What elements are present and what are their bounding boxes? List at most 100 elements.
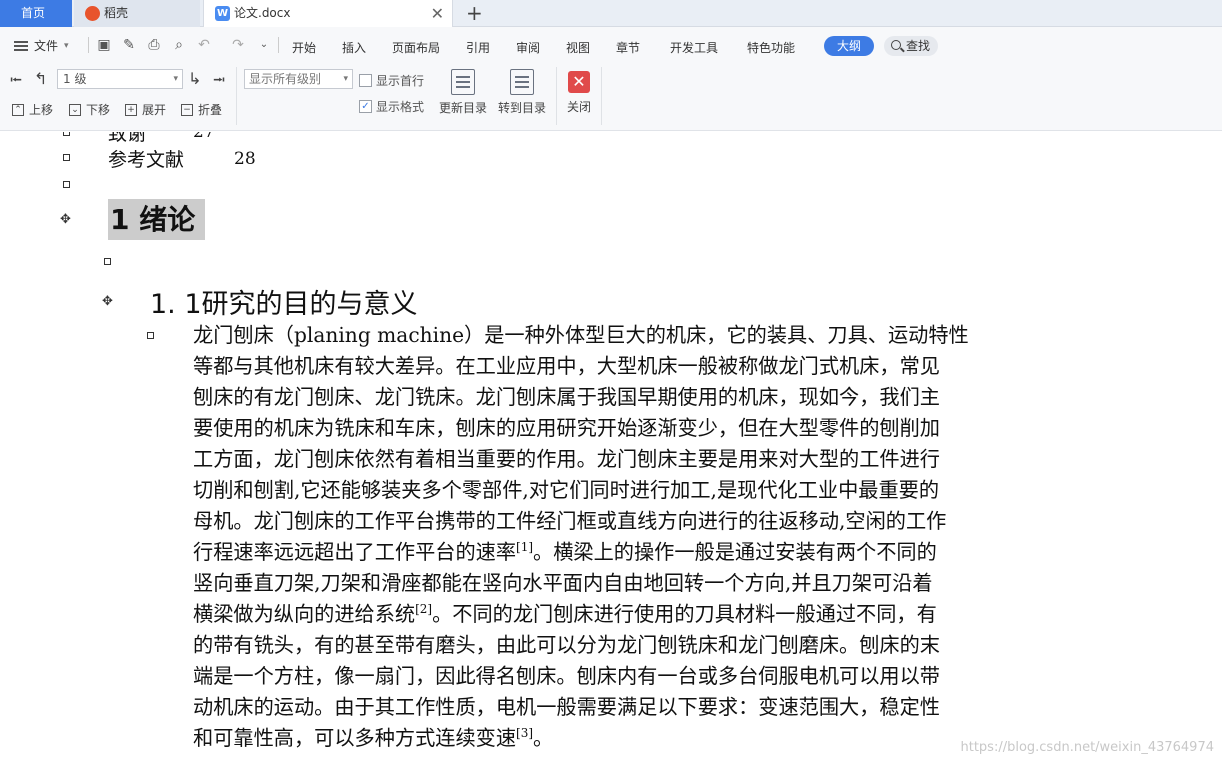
- tab-daoke-label: 稻壳: [104, 6, 129, 20]
- outline-ribbon: ⭰ ↰ 1 级 ▾ ↳ ⭲ ⌃ 上移 ⌄ 下移 + 展开 − 折叠 显示所有级别…: [0, 63, 1222, 131]
- search-icon: [891, 40, 901, 50]
- paragraph-line: 刨床的有龙门刨床、龙门铣床。龙门刨床属于我国早期使用的机床，现如今，我们主: [193, 385, 940, 409]
- redo-icon[interactable]: ↷: [230, 37, 246, 53]
- menu-section[interactable]: 章节: [616, 39, 640, 56]
- expand-heading-icon[interactable]: ✥: [60, 213, 71, 226]
- outline-bullet[interactable]: [104, 258, 111, 265]
- move-up-icon: ⌃: [12, 103, 24, 116]
- text-run: 。横梁上的操作一般是通过安装有两个不同的: [533, 540, 937, 564]
- search-label: 查找: [906, 39, 931, 53]
- chevron-down-icon: ▾: [343, 74, 348, 84]
- print-preview-icon[interactable]: ⌕: [171, 37, 187, 53]
- file-menu-label: 文件: [34, 39, 59, 53]
- menu-review[interactable]: 审阅: [516, 39, 540, 56]
- move-up-label: 上移: [29, 103, 54, 117]
- menu-view[interactable]: 视图: [566, 39, 590, 56]
- toc-entry-title: 参考文献: [108, 149, 185, 171]
- daoke-icon: [85, 6, 100, 21]
- divider: [278, 37, 279, 53]
- tab-home[interactable]: 首页: [0, 0, 72, 27]
- show-format-checkbox[interactable]: ✓ 显示格式: [359, 98, 424, 115]
- format-painter-icon[interactable]: ✎: [121, 37, 137, 53]
- paragraph-line: 行程速率远远超出了工作平台的速率[1]。横梁上的操作一般是通过安装有两个不同的: [193, 537, 1093, 568]
- outline-tab[interactable]: 大纲: [824, 36, 874, 56]
- close-outline-label: 关闭: [566, 100, 591, 114]
- expand-label: 展开: [142, 103, 167, 117]
- save-icon[interactable]: ▣: [96, 37, 112, 53]
- outline-bullet[interactable]: [63, 154, 70, 161]
- paragraph-line: 母机。龙门刨床的工作平台携带的工件经门框或直线方向进行的往返移动,空闲的工作: [193, 509, 947, 533]
- tab-bar: 首页 稻壳 W 论文.docx ✕ +: [0, 0, 1222, 27]
- file-menu-button[interactable]: 文件 ▾: [14, 37, 69, 54]
- menu-references[interactable]: 引用: [466, 39, 490, 56]
- heading-2[interactable]: 1. 1研究的目的与意义: [150, 282, 418, 321]
- outline-bullet[interactable]: [63, 132, 70, 136]
- demote-icon[interactable]: ↳: [188, 69, 201, 88]
- goto-toc-label: 转到目录: [497, 101, 546, 115]
- move-down-button[interactable]: ⌄ 下移: [69, 101, 110, 118]
- menu-start[interactable]: 开始: [292, 39, 316, 56]
- collapse-label: 折叠: [198, 103, 223, 117]
- outline-bullet[interactable]: [147, 332, 154, 339]
- tab-daoke[interactable]: 稻壳: [74, 0, 200, 27]
- toc-entry-references: 参考文献: [108, 145, 184, 172]
- demote-to-body-icon[interactable]: ⭲: [213, 69, 225, 96]
- show-first-line-checkbox[interactable]: 显示首行: [359, 72, 424, 89]
- promote-to-heading1-icon[interactable]: ⭰: [10, 69, 22, 96]
- citation-ref: [3]: [516, 726, 534, 740]
- text-run: 行程速率远远超出了工作平台的速率: [193, 540, 517, 564]
- close-outline-button[interactable]: ✕ 关闭: [551, 69, 607, 115]
- expand-heading-icon[interactable]: ✥: [102, 295, 113, 308]
- show-level-select[interactable]: 显示所有级别 ▾: [244, 69, 353, 89]
- paragraph-line: 动机床的运动。由于其工作性质，电机一般需要满足以下要求：变速范围大，稳定性: [193, 695, 940, 719]
- tab-document-label: 论文.docx: [234, 6, 291, 20]
- outline-level-select[interactable]: 1 级 ▾: [57, 69, 183, 89]
- move-down-icon: ⌄: [69, 103, 81, 116]
- expand-button[interactable]: + 展开: [125, 101, 166, 118]
- text-run: 。不同的龙门刨床进行使用的刀具材料一般通过不同，有: [432, 602, 937, 626]
- paragraph-line: 和可靠性高，可以多种方式连续变速[3]。: [193, 723, 1093, 754]
- toc-entry-page: 28: [234, 149, 256, 169]
- divider: [88, 37, 89, 53]
- show-level-value: 显示所有级别: [249, 72, 322, 86]
- divider: [601, 67, 602, 125]
- hamburger-icon: [14, 40, 28, 51]
- paragraph-line: 工方面，龙门刨床依然有着相当重要的作用。龙门刨床主要是用来对大型的工件进行: [193, 447, 940, 471]
- menu-special-features[interactable]: 特色功能: [747, 39, 795, 56]
- paragraph-line: 等都与其他机床有较大差异。在工业应用中，大型机床一般被称做龙门式机床，常见: [193, 354, 940, 378]
- menu-bar: 文件 ▾ ▣ ✎ ⎙ ⌕ ↶ ↷ ⌄ 开始 插入 页面布局 引用 审阅 视图 章…: [0, 27, 1222, 63]
- menu-developer-tools[interactable]: 开发工具: [670, 39, 718, 56]
- print-icon[interactable]: ⎙: [146, 37, 162, 53]
- watermark: https://blog.csdn.net/weixin_43764974: [960, 740, 1214, 755]
- paragraph-line: 竖向垂直刀架,刀架和滑座都能在竖向水平面内自由地回转一个方向,并且刀架可沿着: [193, 571, 933, 595]
- update-toc-button[interactable]: 更新目录: [435, 69, 491, 116]
- promote-icon[interactable]: ↰: [34, 69, 47, 88]
- undo-icon[interactable]: ↶: [196, 37, 212, 53]
- search-button[interactable]: 查找: [884, 36, 938, 56]
- move-up-button[interactable]: ⌃ 上移: [12, 101, 53, 118]
- paragraph-line: 横梁做为纵向的进给系统[2]。不同的龙门刨床进行使用的刀具材料一般通过不同，有: [193, 599, 1093, 630]
- close-icon: ✕: [568, 71, 590, 93]
- outline-level-value: 1 级: [63, 72, 87, 86]
- new-tab-icon[interactable]: +: [466, 0, 483, 26]
- expand-icon: +: [125, 103, 137, 116]
- quick-access-dropdown-icon[interactable]: ⌄: [256, 37, 272, 53]
- toc-entry-page: 27: [193, 132, 215, 142]
- collapse-button[interactable]: − 折叠: [181, 101, 222, 118]
- collapse-icon: −: [181, 103, 193, 116]
- body-paragraph[interactable]: 龙门刨床（planing machine）是一种外体型巨大的机床，它的装具、刀具…: [193, 320, 1093, 754]
- menu-insert[interactable]: 插入: [342, 39, 366, 56]
- goto-toc-button[interactable]: 转到目录: [494, 69, 550, 116]
- chevron-down-icon: ▾: [64, 40, 69, 51]
- close-tab-icon[interactable]: ✕: [431, 0, 444, 27]
- heading-1-selected[interactable]: 1 绪论: [108, 199, 206, 240]
- tab-document[interactable]: W 论文.docx ✕: [203, 0, 453, 27]
- writer-doc-icon: W: [215, 6, 230, 21]
- document-canvas[interactable]: 致谢 27 参考文献 28 ✥ 1 绪论 ✥ 1. 1研究的目的与意义 龙门刨床…: [0, 132, 1222, 763]
- toc-entry-title: 致谢: [108, 132, 147, 145]
- outline-bullet[interactable]: [63, 181, 70, 188]
- show-first-line-label: 显示首行: [376, 74, 425, 88]
- citation-ref: [1]: [516, 540, 534, 554]
- citation-ref: [2]: [415, 602, 433, 616]
- menu-page-layout[interactable]: 页面布局: [392, 39, 440, 56]
